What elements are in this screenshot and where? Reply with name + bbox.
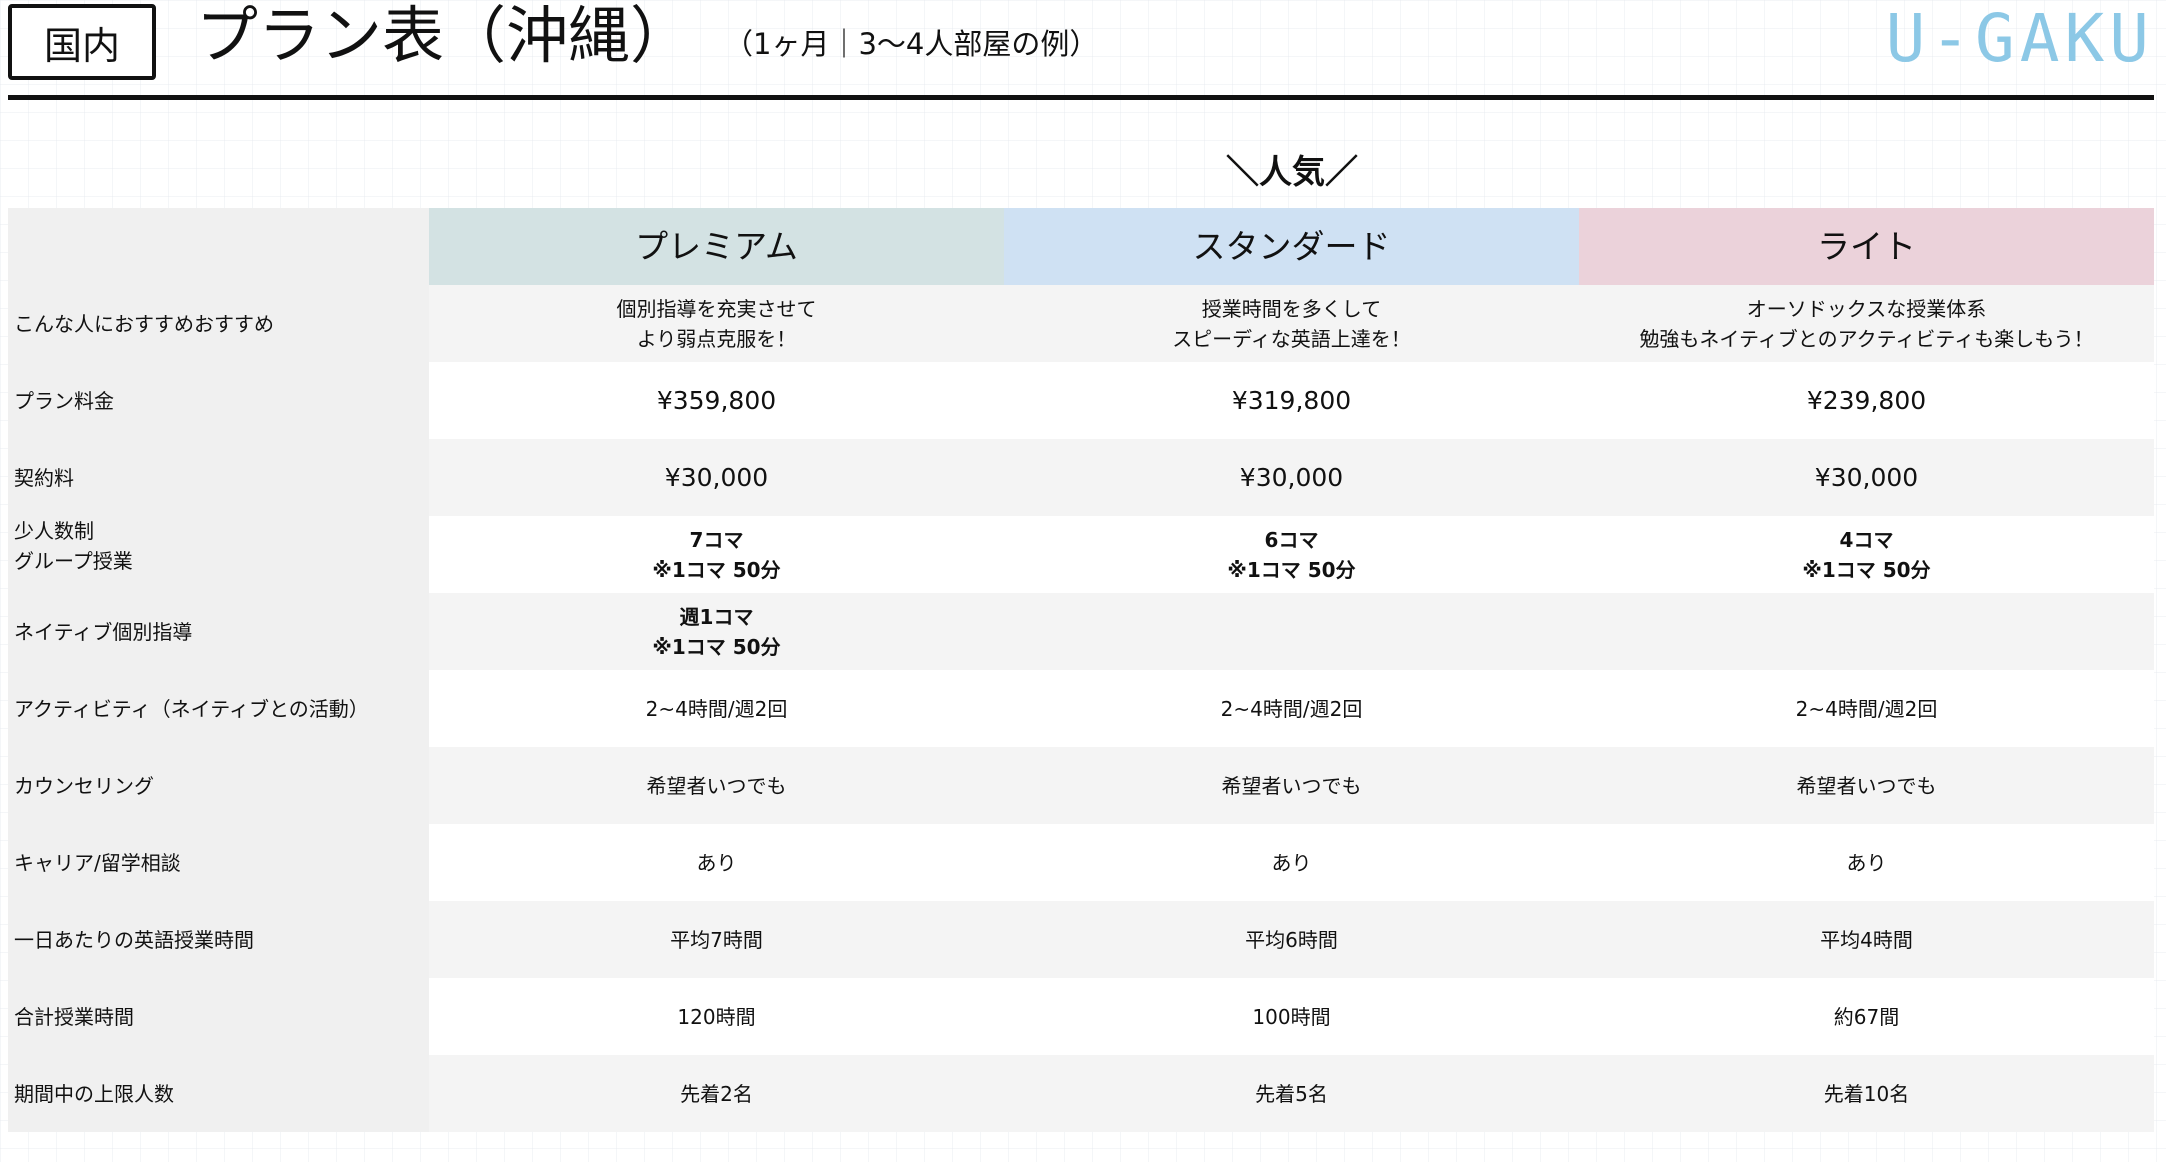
brand-logo: U-GAKU [1885,0,2154,77]
cell-line: 週1コマ [679,604,754,629]
row-label-text: 期間中の上限人数 [14,1081,174,1106]
cell-line: スピーディな英語上達を！ [1172,326,1411,351]
cell-line: ※1コマ 50分 [1227,557,1356,582]
cell-premium-daily-hours: 平均7時間 [429,901,1004,978]
cell-line: ※1コマ 50分 [652,634,781,659]
header-divider [8,95,2154,100]
cell-light-daily-hours: 平均4時間 [1579,901,2154,978]
cell-line: 勉強もネイティブとのアクティビティも楽しもう！ [1639,326,2094,351]
cell-line: ※1コマ 50分 [1802,557,1931,582]
cell-premium-counseling: 希望者いつでも [429,747,1004,824]
row-label-group-lessons: 少人数制 グループ授業 [8,516,429,593]
row-label-text: 少人数制 [14,519,94,543]
row-label-daily-hours: 一日あたりの英語授業時間 [8,901,429,978]
cell-line: より弱点克服を！ [636,326,797,351]
cell-light-group-lessons: 4コマ ※1コマ 50分 [1579,516,2154,593]
cell-light-recommended: オーソドックスな授業体系 勉強もネイティブとのアクティビティも楽しもう！ [1579,285,2154,362]
cell-standard-daily-hours: 平均6時間 [1004,901,1579,978]
cell-premium-total-hours: 120時間 [429,978,1004,1055]
plan-header-light: ライト [1579,208,2154,285]
cell-line: 7コマ [689,527,744,552]
cell-line: オーソドックスな授業体系 [1746,296,1987,321]
cell-standard-contract-fee: ¥30,000 [1004,439,1579,516]
row-label-text: グループ授業 [14,549,133,573]
cell-light-contract-fee: ¥30,000 [1579,439,2154,516]
cell-light-total-hours: 約67間 [1579,978,2154,1055]
row-label-text: 合計授業時間 [14,1004,134,1029]
cell-line: 個別指導を充実させて [616,296,817,321]
cell-premium-recommended: 個別指導を充実させて より弱点克服を！ [429,285,1004,362]
row-label-text: プラン料金 [14,388,114,413]
row-label-career-consult: キャリア/留学相談 [8,824,429,901]
row-label-text: こんな人におすすめおすすめ [14,311,274,336]
plan-header-premium: プレミアム [429,208,1004,285]
cell-light-activities: 2~4時間/週2回 [1579,670,2154,747]
row-label-text: カウンセリング [14,773,154,798]
cell-line: 4コマ [1839,527,1894,552]
row-label-counseling: カウンセリング [8,747,429,824]
row-label-text: キャリア/留学相談 [14,850,181,875]
page-title: プラン表（沖縄） [196,0,693,72]
cell-premium-group-lessons: 7コマ ※1コマ 50分 [429,516,1004,593]
row-label-contract-fee: 契約料 [8,439,429,516]
row-label-capacity: 期間中の上限人数 [8,1055,429,1132]
cell-line: ※1コマ 50分 [652,557,781,582]
plan-header-standard: スタンダード [1004,208,1579,285]
cell-standard-price: ¥319,800 [1004,362,1579,439]
row-label-plan-price: プラン料金 [8,362,429,439]
cell-light-counseling: 希望者いつでも [1579,747,2154,824]
cell-standard-counseling: 希望者いつでも [1004,747,1579,824]
cell-premium-contract-fee: ¥30,000 [429,439,1004,516]
plan-comparison-table: プレミアム スタンダード ライト こんな人におすすめおすすめ 個別指導を充実させ… [8,208,2154,1132]
cell-light-capacity: 先着10名 [1579,1055,2154,1132]
cell-premium-activities: 2~4時間/週2回 [429,670,1004,747]
row-label-recommended-for: こんな人におすすめおすすめ [8,285,429,362]
popular-label: ＼人気／ [1226,152,1358,191]
table-corner [8,208,429,285]
row-label-text: アクティビティ（ネイティブとの活動） [14,696,369,721]
row-label-text: 一日あたりの英語授業時間 [14,927,254,952]
cell-standard-career-consult: あり [1004,824,1579,901]
cell-light-native-private [1579,593,2154,670]
cell-line: 授業時間を多くして [1201,296,1382,321]
row-label-text: ネイティブ個別指導 [14,619,193,644]
cell-premium-native-private: 週1コマ ※1コマ 50分 [429,593,1004,670]
cell-standard-recommended: 授業時間を多くして スピーディな英語上達を！ [1004,285,1579,362]
row-label-activities: アクティビティ（ネイティブとの活動） [8,670,429,747]
page-subtitle: （1ヶ月｜3〜4人部屋の例） [724,27,1099,61]
cell-standard-native-private [1004,593,1579,670]
region-badge: 国内 [8,4,156,80]
cell-standard-total-hours: 100時間 [1004,978,1579,1055]
cell-light-price: ¥239,800 [1579,362,2154,439]
row-label-text: 契約料 [14,465,74,490]
row-label-native-private: ネイティブ個別指導 [8,593,429,670]
cell-standard-activities: 2~4時間/週2回 [1004,670,1579,747]
cell-premium-career-consult: あり [429,824,1004,901]
cell-light-career-consult: あり [1579,824,2154,901]
cell-line: 6コマ [1264,527,1319,552]
cell-standard-group-lessons: 6コマ ※1コマ 50分 [1004,516,1579,593]
cell-premium-capacity: 先着2名 [429,1055,1004,1132]
cell-premium-price: ¥359,800 [429,362,1004,439]
row-label-total-hours: 合計授業時間 [8,978,429,1055]
cell-standard-capacity: 先着5名 [1004,1055,1579,1132]
